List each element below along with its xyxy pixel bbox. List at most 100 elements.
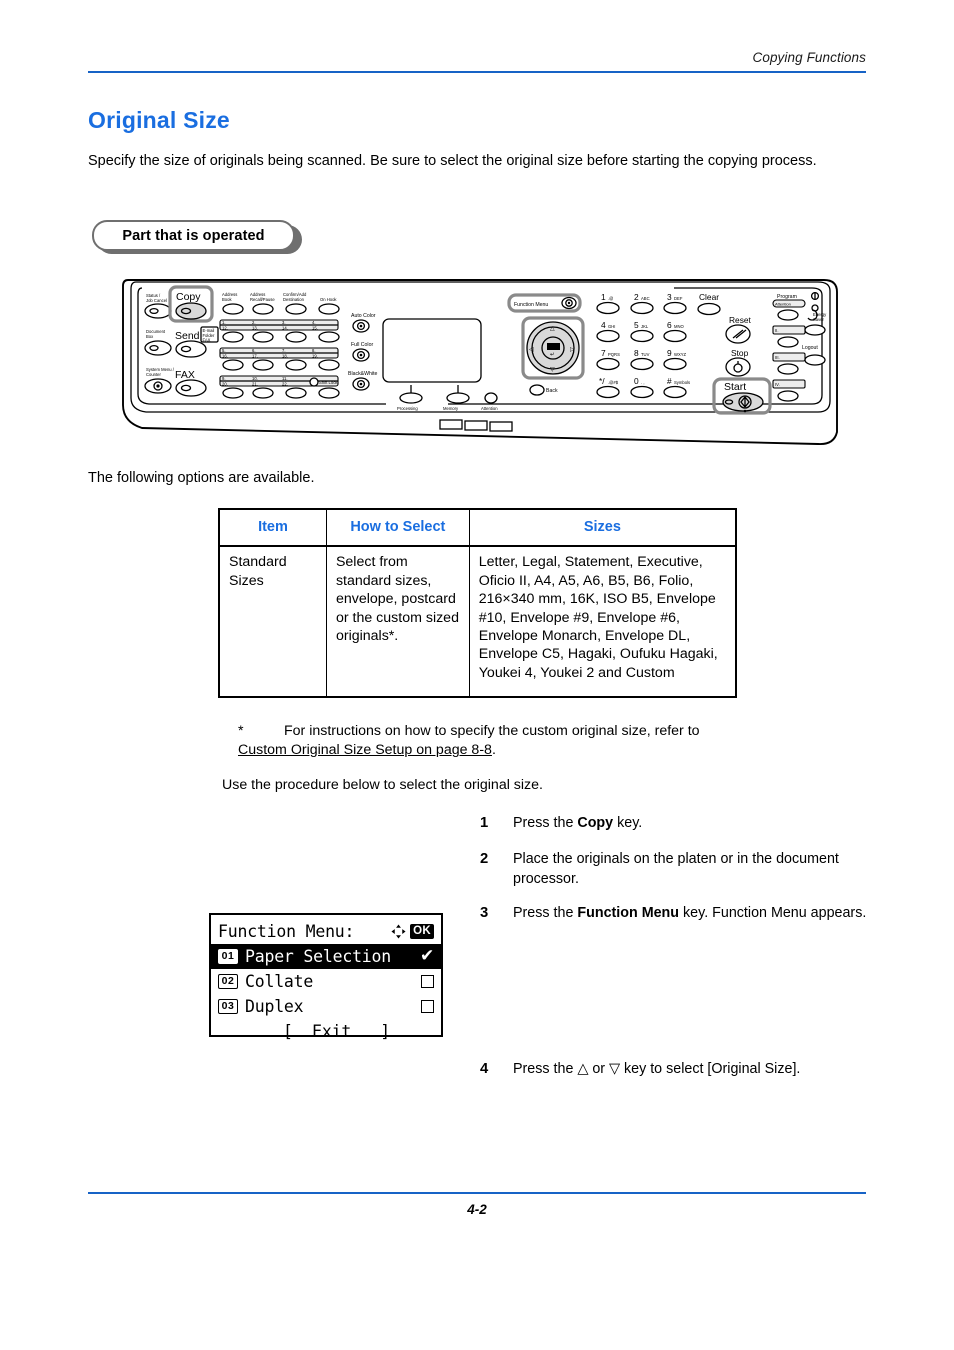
svg-text:5: 5 [634,320,639,330]
step-text-post: key. Function Menu appears. [679,905,867,921]
step-number: 3 [480,905,489,921]
col-header-item: Item [218,509,327,548]
svg-text:.@: .@ [608,296,613,301]
lcd-title: Function Menu: [218,922,355,941]
step-number: 2 [480,851,489,867]
footnote-body: For instructions on how to specify the c… [238,723,700,758]
svg-text:2: 2 [634,292,639,302]
intro-paragraph: Specify the size of originals being scan… [88,153,817,169]
svg-text:Symbols: Symbols [674,380,690,385]
cell-item: Standard Sizes [218,546,327,698]
panel-label-ok: OK [549,345,557,351]
svg-text:10.: 10. [252,376,258,381]
step-text-pre: Press the [513,905,578,921]
step-2: 2 Place the originals on the platen or i… [480,850,872,889]
cell-sizes: Letter, Legal, Statement, Executive, Ofi… [468,546,737,698]
svg-text:1: 1 [601,292,606,302]
svg-text:IV.: IV. [775,382,780,387]
svg-text:19.: 19. [312,354,318,359]
lcd-item-index: 01 [218,949,238,964]
svg-text:7: 7 [601,348,606,358]
panel-label-confirm2: Destination [283,297,305,302]
panel-label-docbox2: Box [146,334,154,339]
lcd-title-icons: OK [391,924,434,939]
svg-text:. ,: . , [641,380,645,385]
panel-label-copy: Copy [176,291,201,303]
svg-text:21.: 21. [252,382,258,387]
svg-text:0: 0 [634,376,639,386]
panel-label-fullcolor: Full Color [351,342,373,348]
svg-text:4: 4 [601,320,606,330]
panel-label-clear: Clear [699,292,719,302]
lcd-screen: Function Menu: OK 01 Paper Selection ✔ 0… [209,913,443,1041]
panel-label-fax: FAX [175,369,195,381]
svg-text:8: 8 [634,348,639,358]
svg-text:9.: 9. [222,376,226,381]
lcd-ok-badge: OK [410,924,434,939]
four-way-arrow-icon [391,924,406,939]
panel-label-program: Program [777,294,797,300]
svg-text:TUV: TUV [641,352,650,357]
header-rule [88,71,866,73]
step-4: 4 Press the △ or ▽ key to select [Origin… [480,1060,900,1080]
svg-text:16.: 16. [222,354,228,359]
svg-text:8.: 8. [312,348,316,353]
svg-text:#: # [667,376,672,386]
svg-text:MNO: MNO [674,324,685,329]
table-row: Standard Sizes Select from standard size… [218,546,737,698]
panel-label-energy2: Saver [813,317,825,322]
panel-label-logout: Logout [802,345,818,351]
panel-label-onhook: On Hook [320,297,337,302]
svg-text:4.: 4. [312,320,316,325]
page-header: Copying Functions [88,50,866,73]
svg-text:6.: 6. [252,348,256,353]
step-text: Press the Copy key. [513,814,872,834]
footnote-text: For instructions on how to specify the c… [284,723,700,739]
lcd-item-index: 03 [218,999,238,1014]
step-text: Place the originals on the platen or in … [513,851,839,887]
panel-label-functionmenu: Function Menu [514,302,548,308]
table-header-row: Item How to Select Sizes [218,509,737,548]
panel-label-shiftlock: Shift Lock [319,380,338,385]
svg-text:3: 3 [667,292,672,302]
svg-text:▷: ▷ [570,347,575,353]
panel-label-addrbook2: Book [222,297,232,302]
page-title: Original Size [88,107,230,133]
step-number: 4 [480,1061,489,1077]
svg-text:3.: 3. [282,320,286,325]
col-header-sizes: Sizes [468,509,737,548]
lcd-item-paper-selection[interactable]: 01 Paper Selection ✔ [211,944,441,969]
lcd-title-row: Function Menu: OK [211,919,441,944]
svg-text:9: 9 [667,348,672,358]
panel-label-stop: Stop [731,348,749,358]
sizes-table: Item How to Select Sizes Standard Sizes … [218,508,737,699]
lcd-item-duplex[interactable]: 03 Duplex [211,994,441,1019]
svg-text:12.: 12. [222,326,228,331]
page-footer: 4-2 [88,1192,866,1217]
svg-text:PQRS: PQRS [608,352,620,357]
panel-label-attention: Attention [481,406,498,411]
lcd-exit-button[interactable]: [ Exit ] [211,1019,441,1044]
lcd-item-collate[interactable]: 02 Collate [211,969,441,994]
svg-text:.@#$: .@#$ [608,380,619,385]
panel-label-status2: Job Cancel [146,298,167,303]
lcd-item-label: Paper Selection [245,947,392,966]
panel-label-send: Send [175,330,200,342]
lcd-item-index: 02 [218,974,238,989]
svg-text:◁: ◁ [529,347,534,353]
footnote-cross-reference-link[interactable]: Custom Original Size Setup on page 8-8 [238,742,492,758]
panel-label-fax-tag: FAX [203,338,211,343]
step-text-pre: Press the [513,815,578,831]
panel-label-memory: Memory [443,406,459,411]
callout-label: Part that is operated [92,220,295,251]
running-head: Copying Functions [752,50,866,65]
part-operated-callout: Part that is operated [92,220,307,254]
step-text: Press the △ or ▽ key to select [Original… [513,1061,801,1077]
svg-text:↵: ↵ [550,352,555,358]
panel-label-autocolor: Auto Color [351,313,376,319]
svg-text:6: 6 [667,320,672,330]
svg-text:△: △ [550,326,555,332]
panel-label-reset: Reset [729,315,752,325]
svg-text:18.: 18. [282,354,288,359]
svg-text:ABC: ABC [641,296,650,301]
